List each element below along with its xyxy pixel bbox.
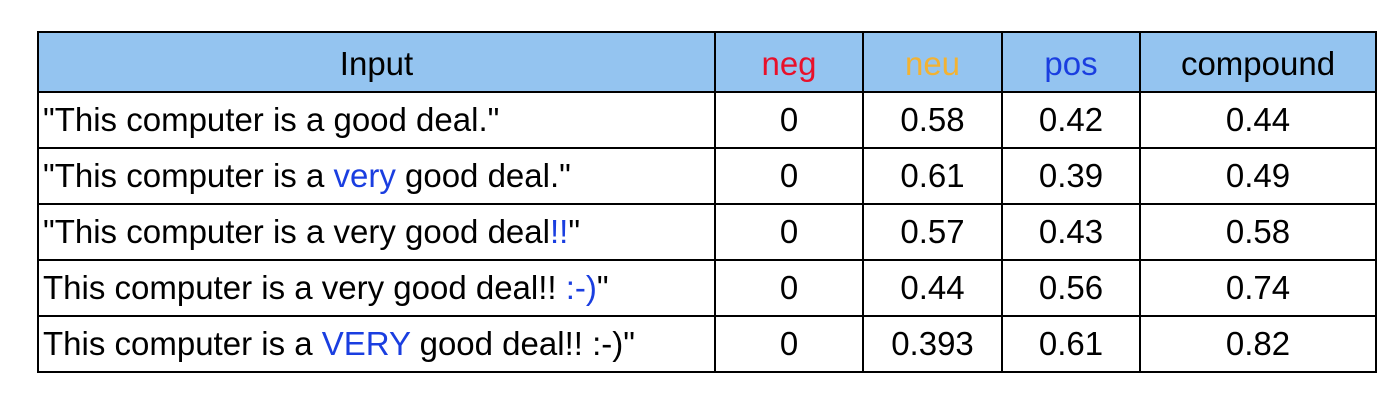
neg-score-cell: 0 xyxy=(714,147,864,205)
input-text-cell: "This computer is a good deal." xyxy=(37,91,716,149)
neu-score-cell: 0.57 xyxy=(862,203,1003,261)
input-text: good deal." xyxy=(395,157,571,194)
input-text: "This computer is a very good deal xyxy=(43,213,550,250)
table-header: Input neg neu pos compound xyxy=(37,31,1377,93)
neg-score-cell: 0 xyxy=(714,259,864,317)
compound-score-cell: 0.58 xyxy=(1139,203,1377,261)
highlighted-text: VERY xyxy=(321,325,411,362)
neg-score-cell: 0 xyxy=(714,91,864,149)
table-row: This computer is a very good deal!! :-)"… xyxy=(37,259,1377,317)
compound-score-cell: 0.49 xyxy=(1139,147,1377,205)
header-row: Input neg neu pos compound xyxy=(37,31,1377,93)
table-row: "This computer is a very good deal." 0 0.6… xyxy=(37,147,1377,205)
input-text: This computer is a very good deal!! xyxy=(43,269,566,306)
header-input: Input xyxy=(37,31,716,93)
input-text: "This computer is a xyxy=(43,157,334,194)
header-neg: neg xyxy=(714,31,864,93)
table-row: "This computer is a good deal." 0 0.58 0.42… xyxy=(37,91,1377,149)
input-text: good deal!! :-)" xyxy=(410,325,635,362)
compound-score-cell: 0.74 xyxy=(1139,259,1377,317)
input-text: " xyxy=(568,213,581,250)
table-row: "This computer is a very good deal!!" 0 0.… xyxy=(37,203,1377,261)
table-row: This computer is a VERY good deal!! :-)"… xyxy=(37,315,1377,373)
pos-score-cell: 0.56 xyxy=(1001,259,1141,317)
neu-score-cell: 0.58 xyxy=(862,91,1003,149)
input-text-cell: This computer is a VERY good deal!! :-)" xyxy=(37,315,716,373)
pos-score-cell: 0.43 xyxy=(1001,203,1141,261)
header-neu: neu xyxy=(862,31,1003,93)
neu-score-cell: 0.393 xyxy=(862,315,1003,373)
highlighted-text: :-) xyxy=(565,269,597,306)
neg-score-cell: 0 xyxy=(714,315,864,373)
compound-score-cell: 0.82 xyxy=(1139,315,1377,373)
header-pos: pos xyxy=(1001,31,1141,93)
neg-score-cell: 0 xyxy=(714,203,864,261)
neu-score-cell: 0.44 xyxy=(862,259,1003,317)
input-text-cell: "This computer is a very good deal!!" xyxy=(37,203,716,261)
table-body: "This computer is a good deal." 0 0.58 0.42… xyxy=(37,91,1377,373)
pos-score-cell: 0.42 xyxy=(1001,91,1141,149)
sentiment-table: Input neg neu pos compound "This compute… xyxy=(37,31,1377,373)
header-compound: compound xyxy=(1139,31,1377,93)
compound-score-cell: 0.44 xyxy=(1139,91,1377,149)
neu-score-cell: 0.61 xyxy=(862,147,1003,205)
input-text-cell: "This computer is a very good deal." xyxy=(37,147,716,205)
highlighted-text: !! xyxy=(549,213,569,250)
input-text: "This computer is a good deal." xyxy=(43,101,500,138)
highlighted-text: very xyxy=(333,157,396,194)
pos-score-cell: 0.39 xyxy=(1001,147,1141,205)
pos-score-cell: 0.61 xyxy=(1001,315,1141,373)
input-text: " xyxy=(596,269,609,306)
input-text: This computer is a xyxy=(43,325,322,362)
input-text-cell: This computer is a very good deal!! :-)" xyxy=(37,259,716,317)
